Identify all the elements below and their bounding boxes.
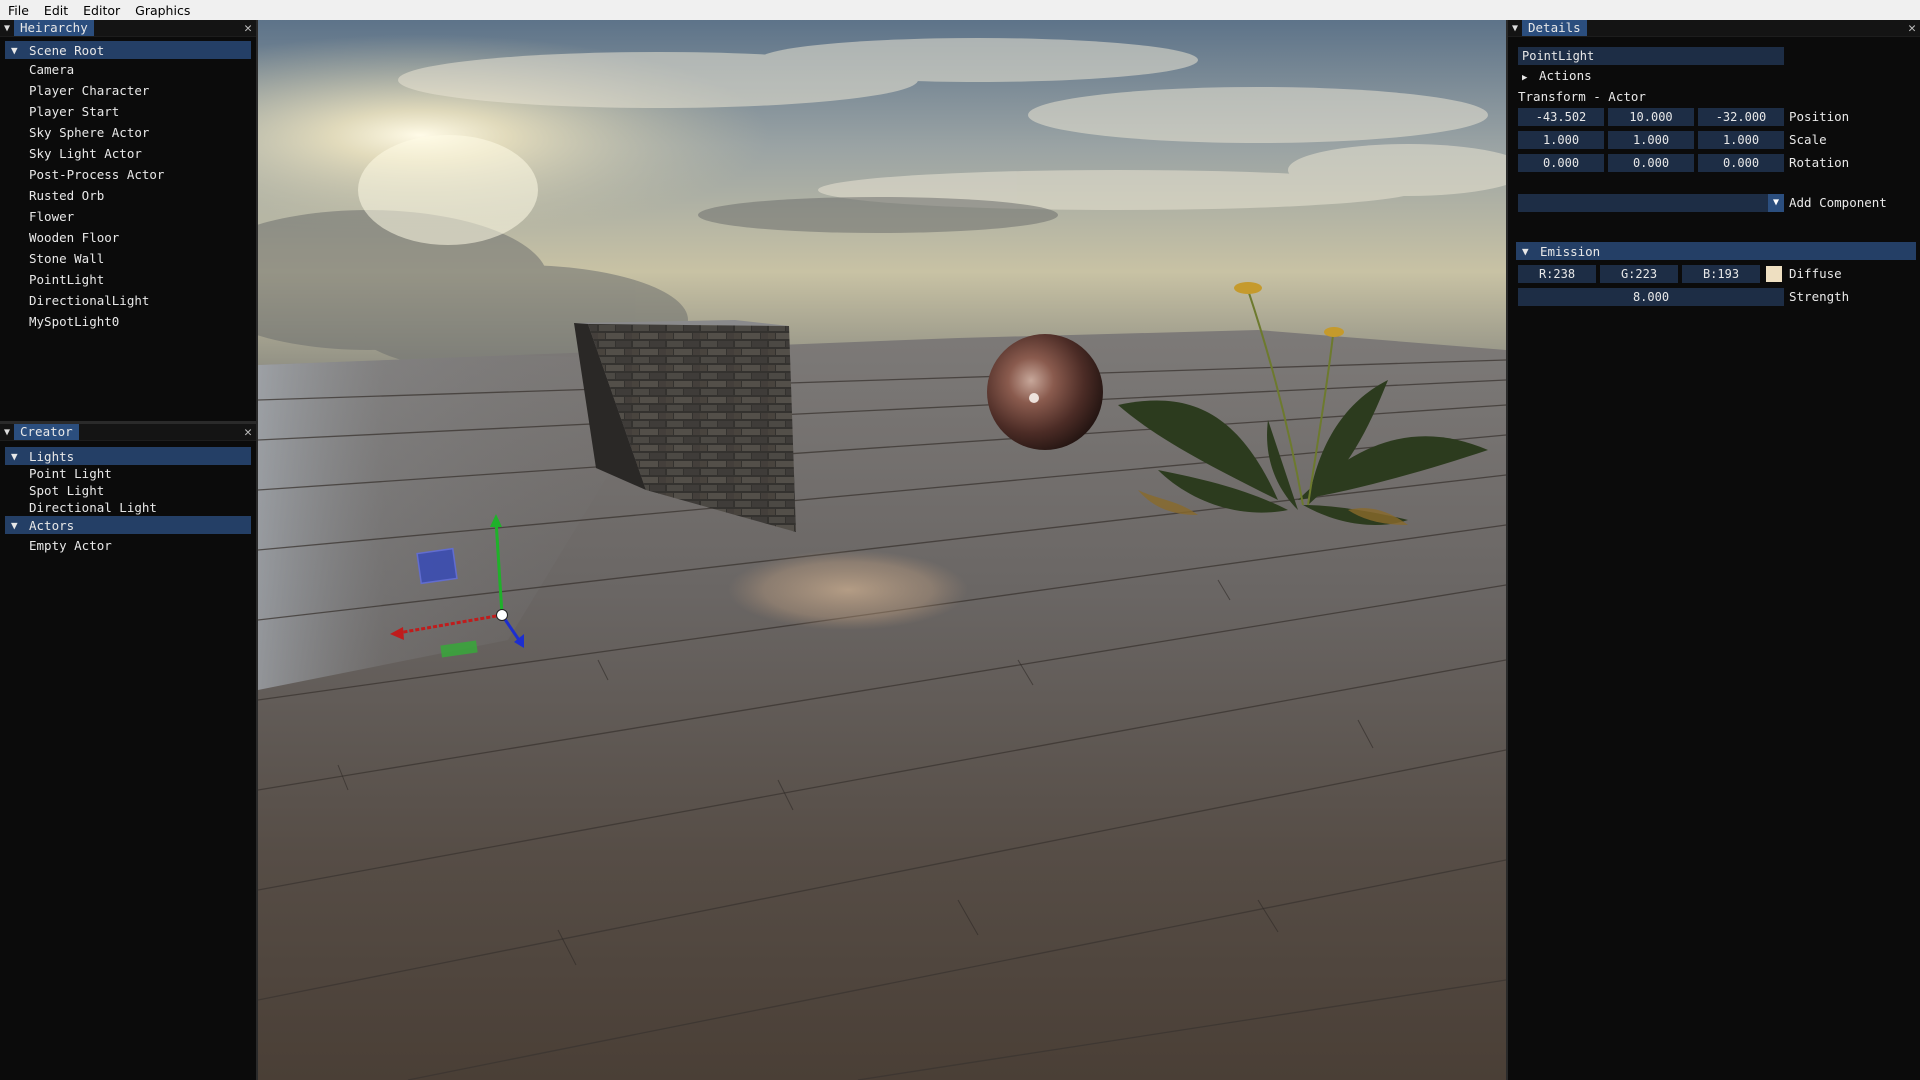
actor-name-field[interactable]: PointLight — [1518, 47, 1784, 65]
scene-root-label: Scene Root — [29, 42, 105, 58]
details-panel: ▼ Details ✕ PointLight ▶ Actions Transfo… — [1506, 20, 1920, 1080]
emission-section-header[interactable]: ▼ Emission — [1516, 242, 1916, 260]
diffuse-label: Diffuse — [1789, 266, 1842, 281]
position-z-field[interactable]: -32.000 — [1698, 108, 1784, 126]
rotation-label: Rotation — [1789, 155, 1850, 170]
add-component-label: Add Component — [1789, 195, 1887, 210]
menu-graphics[interactable]: Graphics — [135, 3, 199, 18]
add-component-combo[interactable] — [1518, 194, 1768, 212]
rotation-z-field[interactable]: 0.000 — [1698, 154, 1784, 172]
collapse-icon[interactable]: ▼ — [0, 427, 14, 438]
actions-toggle[interactable]: ▶ Actions — [1522, 67, 1592, 85]
scale-x-field[interactable]: 1.000 — [1518, 131, 1604, 149]
chevron-down-icon[interactable]: ▼ — [1768, 194, 1784, 212]
scale-label: Scale — [1789, 132, 1827, 147]
hierarchy-panel: ▼ Heirarchy ✕ ▼ Scene Root Camera Player… — [0, 20, 258, 422]
actors-category-label: Actors — [29, 517, 75, 533]
emission-label: Emission — [1540, 243, 1601, 259]
close-icon[interactable]: ✕ — [244, 424, 252, 441]
menu-bar: File Edit Editor Graphics — [0, 0, 1920, 20]
diffuse-b-field[interactable]: B:193 — [1682, 265, 1760, 283]
rotation-x-field[interactable]: 0.000 — [1518, 154, 1604, 172]
hierarchy-item-player-start[interactable]: Player Start — [0, 101, 256, 122]
triangle-right-icon: ▶ — [1522, 73, 1528, 83]
creator-item-empty-actor[interactable]: Empty Actor — [0, 537, 256, 554]
menu-edit[interactable]: Edit — [44, 3, 77, 18]
details-tab[interactable]: Details — [1522, 20, 1587, 36]
diffuse-g-field[interactable]: G:223 — [1600, 265, 1678, 283]
triangle-down-icon: ▼ — [11, 449, 18, 463]
lights-category[interactable]: ▼ Lights — [5, 447, 251, 465]
close-icon[interactable]: ✕ — [1908, 20, 1916, 37]
viewport-render — [258, 20, 1506, 1080]
hierarchy-item-directionallight[interactable]: DirectionalLight — [0, 290, 256, 311]
actions-label: Actions — [1538, 68, 1592, 83]
diffuse-color-swatch[interactable] — [1766, 266, 1782, 282]
diffuse-r-field[interactable]: R:238 — [1518, 265, 1596, 283]
position-y-field[interactable]: 10.000 — [1608, 108, 1694, 126]
details-titlebar: ▼ Details ✕ — [1508, 20, 1920, 37]
strength-label: Strength — [1789, 289, 1850, 304]
hierarchy-tab[interactable]: Heirarchy — [14, 20, 94, 36]
transform-label: Transform - Actor — [1518, 89, 1646, 104]
menu-editor[interactable]: Editor — [83, 3, 129, 18]
collapse-icon[interactable]: ▼ — [0, 23, 14, 34]
hierarchy-item-rusted-orb[interactable]: Rusted Orb — [0, 185, 256, 206]
creator-item-point-light[interactable]: Point Light — [0, 465, 256, 482]
creator-item-spot-light[interactable]: Spot Light — [0, 482, 256, 499]
scene-viewport[interactable] — [258, 20, 1506, 1080]
lights-category-label: Lights — [29, 448, 75, 464]
scene-root-node[interactable]: ▼ Scene Root — [5, 41, 251, 59]
hierarchy-item-sky-sphere[interactable]: Sky Sphere Actor — [0, 122, 256, 143]
position-x-field[interactable]: -43.502 — [1518, 108, 1604, 126]
menu-file[interactable]: File — [8, 3, 38, 18]
creator-titlebar: ▼ Creator ✕ — [0, 424, 256, 441]
hierarchy-item-myspotlight0[interactable]: MySpotLight0 — [0, 311, 256, 332]
hierarchy-item-post-process[interactable]: Post-Process Actor — [0, 164, 256, 185]
actors-category[interactable]: ▼ Actors — [5, 516, 251, 534]
close-icon[interactable]: ✕ — [244, 20, 252, 37]
creator-tab[interactable]: Creator — [14, 424, 79, 440]
creator-item-directional-light[interactable]: Directional Light — [0, 499, 256, 516]
scale-z-field[interactable]: 1.000 — [1698, 131, 1784, 149]
rotation-y-field[interactable]: 0.000 — [1608, 154, 1694, 172]
position-label: Position — [1789, 109, 1850, 124]
triangle-down-icon: ▼ — [11, 43, 18, 57]
collapse-icon[interactable]: ▼ — [1508, 23, 1522, 34]
hierarchy-item-pointlight[interactable]: PointLight — [0, 269, 256, 290]
hierarchy-item-flower[interactable]: Flower — [0, 206, 256, 227]
hierarchy-item-stone-wall[interactable]: Stone Wall — [0, 248, 256, 269]
scale-y-field[interactable]: 1.000 — [1608, 131, 1694, 149]
hierarchy-item-sky-light[interactable]: Sky Light Actor — [0, 143, 256, 164]
creator-panel: ▼ Creator ✕ ▼ Lights Point Light Spot Li… — [0, 424, 258, 1080]
hierarchy-item-player-character[interactable]: Player Character — [0, 80, 256, 101]
triangle-down-icon: ▼ — [1522, 244, 1529, 258]
strength-field[interactable]: 8.000 — [1518, 288, 1784, 306]
hierarchy-item-camera[interactable]: Camera — [0, 59, 256, 80]
hierarchy-item-wooden-floor[interactable]: Wooden Floor — [0, 227, 256, 248]
hierarchy-titlebar: ▼ Heirarchy ✕ — [0, 20, 256, 37]
triangle-down-icon: ▼ — [11, 518, 18, 532]
